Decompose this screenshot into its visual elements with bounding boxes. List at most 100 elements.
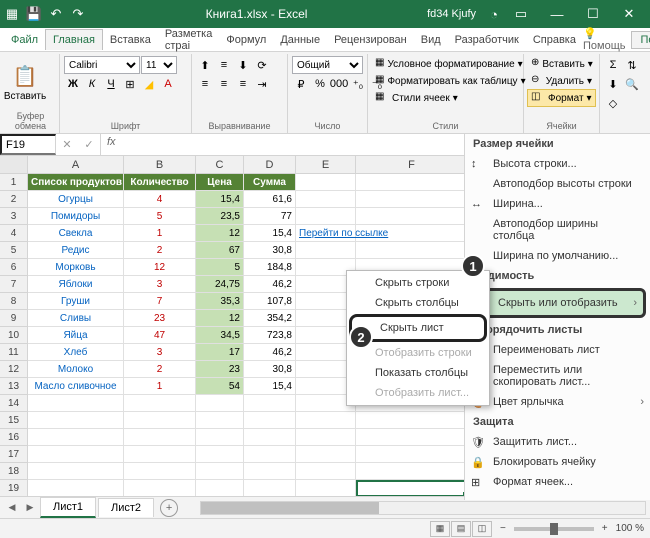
cell[interactable]: Масло сливочное [28, 378, 124, 395]
cell[interactable]: Яйца [28, 327, 124, 344]
cell[interactable]: 2 [124, 361, 196, 378]
enter-formula-button[interactable]: ✓ [78, 134, 100, 155]
cell[interactable]: Список продуктов [28, 174, 124, 191]
cell[interactable] [196, 446, 244, 463]
cell[interactable]: 17 [196, 344, 244, 361]
cell[interactable]: 107,8 [244, 293, 296, 310]
cell[interactable] [196, 463, 244, 480]
dd-protect-sheet[interactable]: 🛡Защитить лист... [465, 432, 650, 452]
cell[interactable] [28, 429, 124, 446]
horizontal-scrollbar[interactable] [200, 501, 646, 515]
ctx-show-cols[interactable]: Показать столбцы [347, 363, 489, 383]
cell[interactable]: 54 [196, 378, 244, 395]
tell-me[interactable]: 💡 Помощь [583, 27, 626, 52]
cell[interactable]: 30,8 [244, 361, 296, 378]
cell[interactable]: 47 [124, 327, 196, 344]
find-button[interactable]: 🔍 [623, 75, 641, 93]
maximize-icon[interactable]: ☐ [576, 0, 610, 28]
cell[interactable]: 1 [124, 378, 196, 395]
cell[interactable]: 77 [244, 208, 296, 225]
row-header[interactable]: 16 [0, 429, 28, 446]
align-middle-button[interactable]: ≡ [215, 56, 233, 74]
tab-insert[interactable]: Вставка [103, 30, 158, 50]
cell[interactable] [296, 446, 356, 463]
cancel-formula-button[interactable]: ✕ [56, 134, 78, 155]
row-header[interactable]: 1 [0, 174, 28, 191]
row-header[interactable]: 15 [0, 412, 28, 429]
cell[interactable]: 61,6 [244, 191, 296, 208]
row-header[interactable]: 6 [0, 259, 28, 276]
cell[interactable] [356, 412, 468, 429]
italic-button[interactable]: К [83, 75, 101, 93]
cell[interactable] [356, 446, 468, 463]
cell[interactable] [28, 395, 124, 412]
orientation-button[interactable]: ⟳ [253, 56, 271, 74]
cell[interactable]: Хлеб [28, 344, 124, 361]
cell[interactable]: 184,8 [244, 259, 296, 276]
fill-button[interactable]: ⬇ [604, 75, 622, 93]
tab-developer[interactable]: Разработчик [448, 30, 526, 50]
row-header[interactable]: 14 [0, 395, 28, 412]
cell[interactable] [244, 412, 296, 429]
dd-lock-cell[interactable]: 🔒Блокировать ячейку [465, 452, 650, 472]
font-size-select[interactable]: 11 [141, 56, 177, 74]
cell[interactable]: 12 [196, 310, 244, 327]
cell[interactable]: Молоко [28, 361, 124, 378]
row-header[interactable]: 4 [0, 225, 28, 242]
row-header[interactable]: 11 [0, 344, 28, 361]
cell[interactable]: 15,4 [244, 225, 296, 242]
normal-view-button[interactable]: ▦ [430, 521, 450, 537]
percent-button[interactable]: % [311, 75, 329, 93]
font-name-select[interactable]: Calibri [64, 56, 140, 74]
cell[interactable] [296, 480, 356, 496]
number-format-select[interactable]: Общий [292, 56, 363, 74]
cell[interactable]: 7 [124, 293, 196, 310]
cell[interactable]: 1 [124, 225, 196, 242]
cell[interactable]: Перейти по ссылке [296, 225, 356, 242]
cell[interactable]: 723,8 [244, 327, 296, 344]
bold-button[interactable]: Ж [64, 75, 82, 93]
cell[interactable]: 23 [124, 310, 196, 327]
cell[interactable]: 15,4 [196, 191, 244, 208]
cell[interactable]: 23 [196, 361, 244, 378]
align-top-button[interactable]: ⬆ [196, 56, 214, 74]
tab-help[interactable]: Справка [526, 30, 583, 50]
undo-icon[interactable]: ↶ [48, 6, 64, 22]
sheet-next-button[interactable]: ▶ [22, 500, 38, 516]
cell[interactable] [356, 463, 468, 480]
indent-button[interactable]: ⇥ [253, 75, 271, 93]
cell[interactable]: 67 [196, 242, 244, 259]
fill-color-button[interactable]: ◢ [140, 75, 158, 93]
cell[interactable]: 24,75 [196, 276, 244, 293]
cell[interactable] [196, 429, 244, 446]
tab-home[interactable]: Главная [45, 29, 103, 50]
cell[interactable]: Груши [28, 293, 124, 310]
cell[interactable]: 46,2 [244, 276, 296, 293]
cell[interactable]: 354,2 [244, 310, 296, 327]
cell[interactable] [244, 429, 296, 446]
cell[interactable] [296, 412, 356, 429]
cell[interactable] [296, 208, 356, 225]
font-color-button[interactable]: A [159, 75, 177, 93]
row-header[interactable]: 18 [0, 463, 28, 480]
cell[interactable] [28, 480, 124, 496]
cell[interactable] [28, 412, 124, 429]
cell[interactable] [244, 463, 296, 480]
cell[interactable]: 30,8 [244, 242, 296, 259]
dd-row-height[interactable]: ↕Высота строки... [465, 154, 650, 174]
dd-autofit-row[interactable]: Автоподбор высоты строки [465, 174, 650, 194]
share-button[interactable]: Поделиться [631, 31, 650, 49]
cell[interactable] [28, 463, 124, 480]
row-header[interactable]: 12 [0, 361, 28, 378]
cell[interactable] [196, 412, 244, 429]
cell[interactable] [356, 191, 468, 208]
cell[interactable]: Редис [28, 242, 124, 259]
zoom-out-button[interactable]: − [500, 523, 506, 534]
cell[interactable] [356, 174, 468, 191]
user-avatar-icon[interactable]: ◔ [486, 6, 502, 22]
cell[interactable] [196, 480, 244, 496]
zoom-level[interactable]: 100 % [616, 523, 644, 534]
cell[interactable] [296, 429, 356, 446]
ribbon-options-icon[interactable]: ▭ [504, 0, 538, 28]
cell[interactable]: 5 [124, 208, 196, 225]
